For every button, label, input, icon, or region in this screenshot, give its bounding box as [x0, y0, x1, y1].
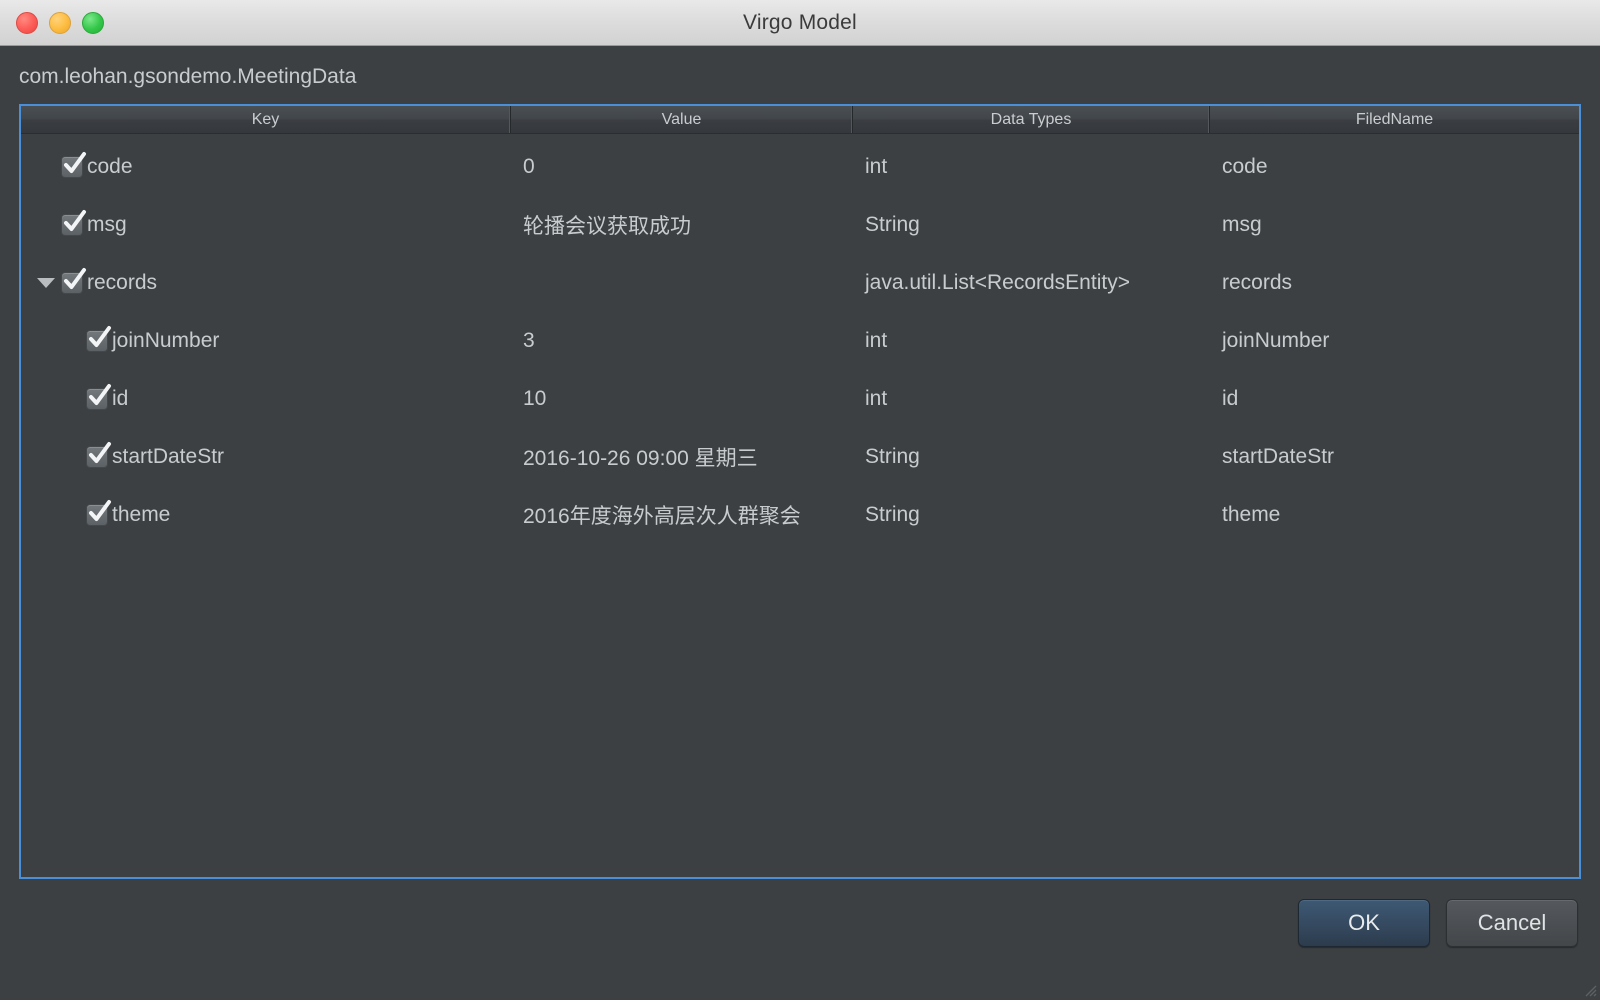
- table-row[interactable]: msg 轮播会议获取成功 String msg: [21, 196, 1579, 254]
- model-table[interactable]: Key Value Data Types FiledName code 0 int c…: [19, 104, 1581, 879]
- table-row[interactable]: id 10 int id: [21, 370, 1579, 428]
- cell-key: msg: [21, 196, 511, 254]
- resize-grip-icon[interactable]: [1581, 981, 1597, 997]
- cell-value: 3: [523, 329, 535, 352]
- table-row[interactable]: theme 2016年度海外高层次人群聚会 String theme: [21, 486, 1579, 544]
- cell-data-type: String: [865, 213, 920, 236]
- class-name-label: com.leohan.gsondemo.MeetingData: [19, 65, 357, 88]
- table-row[interactable]: records java.util.List<RecordsEntity> reco…: [21, 254, 1579, 312]
- window-controls: [16, 0, 104, 46]
- dialog-body: com.leohan.gsondemo.MeetingData Key Valu…: [0, 46, 1600, 1000]
- table-row[interactable]: startDateStr 2016-10-26 09:00 星期三 String st…: [21, 428, 1579, 486]
- column-header-value[interactable]: Value: [511, 106, 853, 133]
- row-checkbox[interactable]: [61, 152, 86, 178]
- cell-data-type: java.util.List<RecordsEntity>: [865, 271, 1130, 294]
- checkmark-icon: [89, 442, 111, 463]
- ok-button[interactable]: OK: [1298, 899, 1430, 947]
- row-checkbox[interactable]: [86, 384, 111, 410]
- cell-value: 2016-10-26 09:00 星期三: [523, 447, 758, 470]
- disclosure-triangle-icon[interactable]: [31, 278, 61, 288]
- cell-data-type: String: [865, 445, 920, 468]
- key-label: id: [112, 387, 129, 410]
- cell-filed-name: id: [1222, 387, 1239, 410]
- cell-data-type: int: [865, 155, 888, 178]
- cancel-button[interactable]: Cancel: [1446, 899, 1578, 947]
- triangle-down-icon: [37, 278, 55, 288]
- checkmark-icon: [64, 152, 86, 173]
- cell-key: startDateStr: [21, 428, 511, 486]
- column-header-key[interactable]: Key: [21, 106, 511, 133]
- cell-filed-name: theme: [1222, 503, 1281, 526]
- cell-data-type: int: [865, 329, 888, 352]
- cell-value: 轮播会议获取成功: [523, 215, 691, 238]
- table-header-row: Key Value Data Types FiledName: [21, 106, 1579, 134]
- cell-filed-name: msg: [1222, 213, 1262, 236]
- column-header-data-types[interactable]: Data Types: [853, 106, 1210, 133]
- window-title: Virgo Model: [743, 10, 857, 34]
- maximize-button[interactable]: [82, 12, 104, 34]
- column-header-filedname[interactable]: FiledName: [1210, 106, 1579, 133]
- key-label: msg: [87, 213, 127, 236]
- cell-value: 0: [523, 155, 535, 178]
- cell-key: records: [21, 254, 511, 312]
- key-label: records: [87, 271, 158, 294]
- cell-filed-name: joinNumber: [1222, 329, 1330, 352]
- key-label: theme: [112, 503, 171, 526]
- row-checkbox[interactable]: [86, 442, 111, 468]
- row-checkbox[interactable]: [86, 500, 111, 526]
- cell-value: 10: [523, 387, 547, 410]
- cell-key: code: [21, 138, 511, 196]
- row-checkbox[interactable]: [61, 268, 86, 294]
- cell-value: [511, 254, 853, 312]
- cell-key: id: [21, 370, 511, 428]
- key-label: joinNumber: [112, 329, 220, 352]
- key-label: startDateStr: [112, 445, 225, 468]
- row-checkbox[interactable]: [61, 210, 86, 236]
- cell-key: joinNumber: [21, 312, 511, 370]
- cell-filed-name: startDateStr: [1222, 445, 1335, 468]
- key-label: code: [87, 155, 133, 178]
- checkmark-icon: [64, 268, 86, 289]
- table-body: code 0 int code msg 轮播会议获取成功 String msg records j…: [21, 134, 1579, 877]
- cell-data-type: int: [865, 387, 888, 410]
- table-row[interactable]: code 0 int code: [21, 138, 1579, 196]
- window-titlebar: Virgo Model: [0, 0, 1600, 46]
- checkmark-icon: [64, 210, 86, 231]
- cell-filed-name: records: [1222, 271, 1293, 294]
- checkmark-icon: [89, 326, 111, 347]
- virgo-model-dialog: Virgo Model com.leohan.gsondemo.MeetingD…: [0, 0, 1600, 1000]
- dialog-footer: OK Cancel: [0, 879, 1600, 967]
- checkmark-icon: [89, 500, 111, 521]
- close-button[interactable]: [16, 12, 38, 34]
- row-checkbox[interactable]: [86, 326, 111, 352]
- table-row[interactable]: joinNumber 3 int joinNumber: [21, 312, 1579, 370]
- cell-data-type: String: [865, 503, 920, 526]
- cell-key: theme: [21, 486, 511, 544]
- cell-value: 2016年度海外高层次人群聚会: [523, 505, 801, 528]
- cell-filed-name: code: [1222, 155, 1268, 178]
- minimize-button[interactable]: [49, 12, 71, 34]
- checkmark-icon: [89, 384, 111, 405]
